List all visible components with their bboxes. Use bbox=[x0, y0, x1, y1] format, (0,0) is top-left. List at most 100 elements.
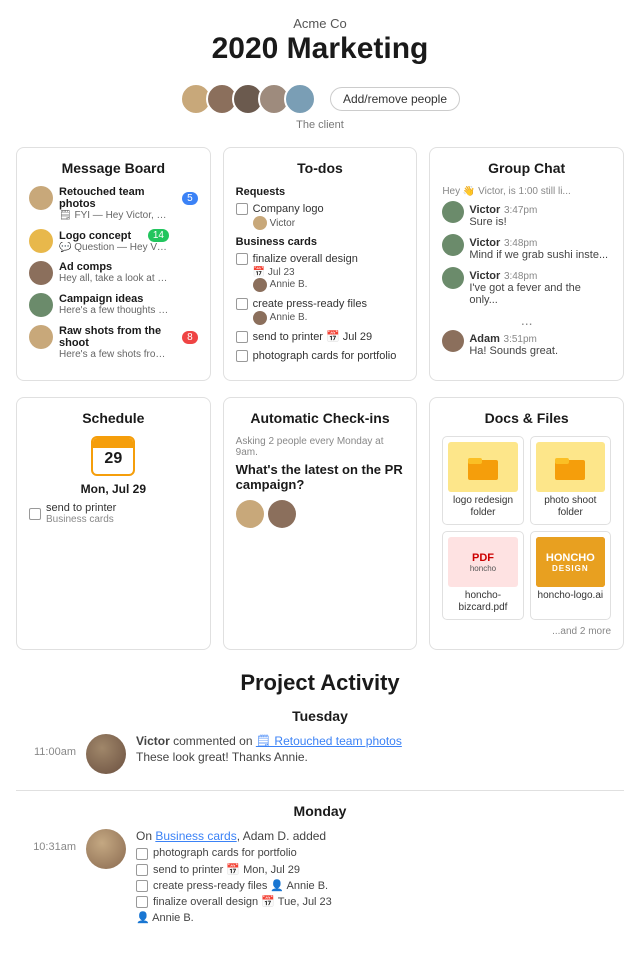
activity-time: 11:00am bbox=[16, 744, 76, 758]
todo-item[interactable]: Company logo Victor bbox=[236, 202, 405, 230]
todo-assignee: Annie B. bbox=[270, 312, 308, 323]
activity-link[interactable]: 🗒 Retouched team photos bbox=[256, 734, 402, 748]
docs-files-card: Docs & Files logo redesign folder photo … bbox=[429, 397, 624, 650]
todo-checkbox[interactable] bbox=[236, 298, 248, 310]
todo-checkbox[interactable] bbox=[136, 880, 148, 892]
schedule-card: Schedule 29 Mon, Jul 29 send to printer … bbox=[16, 397, 211, 650]
badge: 8 bbox=[182, 331, 198, 344]
people-label: The client bbox=[0, 119, 640, 131]
todo-checkbox[interactable] bbox=[29, 508, 41, 520]
chat-author: Adam bbox=[469, 333, 500, 345]
chat-time: 3:51pm bbox=[504, 334, 537, 345]
avatar bbox=[253, 278, 267, 292]
doc-item[interactable]: HONCHO DESIGN honcho-logo.ai bbox=[530, 531, 611, 620]
avatar-group bbox=[180, 83, 316, 115]
schedule-date: Mon, Jul 29 bbox=[81, 482, 146, 496]
todo-item[interactable]: photograph cards for portfolio bbox=[236, 349, 405, 363]
avatar bbox=[442, 267, 464, 289]
day-label-tuesday: Tuesday bbox=[16, 708, 624, 724]
bottom-grid: Schedule 29 Mon, Jul 29 send to printer … bbox=[0, 389, 640, 658]
todo-checkbox[interactable] bbox=[236, 331, 248, 343]
chat-author: Victor bbox=[469, 204, 500, 216]
todo-item[interactable]: finalize overall design 📅 Jul 23 Annie B… bbox=[236, 252, 405, 291]
company-name: Acme Co bbox=[0, 16, 640, 31]
msg-preview: Hey all, take a look at these and bbox=[59, 273, 169, 284]
msg-item[interactable]: Raw shots from the shoot 8 Here's a few … bbox=[29, 325, 198, 360]
todo-checkbox[interactable] bbox=[236, 253, 248, 265]
docs-more: ...and 2 more bbox=[442, 626, 611, 637]
page-header: Acme Co 2020 Marketing Add/remove people… bbox=[0, 0, 640, 131]
avatar bbox=[29, 229, 53, 253]
chat-time: 3:47pm bbox=[504, 205, 537, 216]
todo-checkbox[interactable] bbox=[136, 896, 148, 908]
act-todo-item: 👤 Annie B. bbox=[136, 911, 624, 924]
todo-assignee: 👤 Annie B. bbox=[136, 911, 194, 924]
activity-item: 10:31am On Business cards, Adam D. added… bbox=[16, 829, 624, 927]
avatar bbox=[442, 330, 464, 352]
chat-item: Victor 3:47pm Sure is! bbox=[442, 201, 611, 228]
doc-thumb: HONCHO DESIGN bbox=[536, 537, 605, 587]
activity-item: 11:00am Victor commented on 🗒 Retouched … bbox=[16, 734, 624, 774]
msg-title: Retouched team photos bbox=[59, 186, 178, 210]
activity-content: Victor commented on 🗒 Retouched team pho… bbox=[136, 734, 624, 764]
doc-item[interactable]: photo shoot folder bbox=[530, 436, 611, 525]
msg-item[interactable]: Ad comps Hey all, take a look at these a… bbox=[29, 261, 198, 285]
docs-grid: logo redesign folder photo shoot folder … bbox=[442, 436, 611, 637]
todo-checkbox[interactable] bbox=[136, 848, 148, 860]
doc-item[interactable]: logo redesign folder bbox=[442, 436, 523, 525]
todo-text: finalize overall design 📅 Tue, Jul 23 bbox=[153, 895, 332, 908]
doc-label: honcho-logo.ai bbox=[536, 590, 605, 602]
activity-link[interactable]: Business cards bbox=[155, 829, 236, 843]
chat-preview: Hey 👋 Victor, is 1:00 still li... bbox=[442, 186, 611, 197]
todo-checkbox[interactable] bbox=[236, 203, 248, 215]
activity-heading: On Business cards, Adam D. added bbox=[136, 829, 624, 843]
todo-checkbox[interactable] bbox=[136, 864, 148, 876]
todo-item[interactable]: create press-ready files Annie B. bbox=[236, 297, 405, 325]
todo-text: finalize overall design bbox=[253, 253, 358, 265]
todo-assignee: Annie B. bbox=[270, 279, 308, 290]
avatar bbox=[253, 311, 267, 325]
schedule-todo-text: send to printer bbox=[46, 502, 116, 514]
doc-label: honcho-bizcard.pdf bbox=[448, 590, 517, 614]
chat-message: I've got a fever and the only... bbox=[469, 282, 611, 306]
avatar bbox=[442, 201, 464, 223]
group-chat-title: Group Chat bbox=[442, 160, 611, 176]
msg-preview: 🗒 FYI — Hey Victor, here's bbox=[59, 210, 169, 221]
msg-title: Logo concept bbox=[59, 230, 131, 242]
schedule-title: Schedule bbox=[82, 410, 144, 426]
activity-heading: Victor commented on 🗒 Retouched team pho… bbox=[136, 734, 624, 748]
msg-item[interactable]: Retouched team photos 5 🗒 FYI — Hey Vict… bbox=[29, 186, 198, 221]
activity-todo-list: photograph cards for portfolio send to p… bbox=[136, 847, 624, 924]
badge: 14 bbox=[148, 229, 169, 242]
checkins-title: Automatic Check-ins bbox=[236, 410, 405, 426]
doc-thumb bbox=[536, 442, 605, 492]
day-label-monday: Monday bbox=[16, 803, 624, 819]
add-people-button[interactable]: Add/remove people bbox=[330, 87, 460, 111]
calendar-icon: 29 bbox=[91, 436, 135, 476]
chat-message: Mind if we grab sushi inste... bbox=[469, 249, 608, 261]
top-grid: Message Board Retouched team photos 5 🗒 … bbox=[0, 139, 640, 389]
todos-card: To-dos Requests Company logo Victor Busi… bbox=[223, 147, 418, 381]
message-board-title: Message Board bbox=[29, 160, 198, 176]
schedule-todo-sub: Business cards bbox=[46, 514, 116, 525]
todo-text: Company logo bbox=[253, 203, 324, 215]
activity-author: Victor bbox=[136, 734, 170, 748]
act-todo-item: send to printer 📅 Mon, Jul 29 bbox=[136, 863, 624, 876]
msg-item[interactable]: Logo concept 14 💬 Question — Hey Victor, bbox=[29, 229, 198, 253]
activity-avatar bbox=[86, 734, 126, 774]
todo-item[interactable]: send to printer 📅 Jul 29 bbox=[236, 330, 405, 344]
todo-text: send to printer 📅 Mon, Jul 29 bbox=[153, 863, 300, 876]
todo-assignee: Victor bbox=[270, 218, 295, 229]
badge: 5 bbox=[182, 192, 198, 205]
project-title: 2020 Marketing bbox=[0, 31, 640, 67]
checkins-meta: Asking 2 people every Monday at 9am. bbox=[236, 436, 405, 458]
act-todo-item: finalize overall design 📅 Tue, Jul 23 bbox=[136, 895, 624, 908]
msg-title: Campaign ideas bbox=[59, 293, 169, 305]
msg-preview: Here's a few shots from the bbox=[59, 349, 169, 360]
doc-item[interactable]: PDF honcho honcho-bizcard.pdf bbox=[442, 531, 523, 620]
msg-title: Raw shots from the shoot bbox=[59, 325, 178, 349]
todo-checkbox[interactable] bbox=[236, 350, 248, 362]
msg-item[interactable]: Campaign ideas Here's a few thoughts I h… bbox=[29, 293, 198, 317]
activity-body: These look great! Thanks Annie. bbox=[136, 750, 624, 764]
avatar bbox=[253, 216, 267, 230]
